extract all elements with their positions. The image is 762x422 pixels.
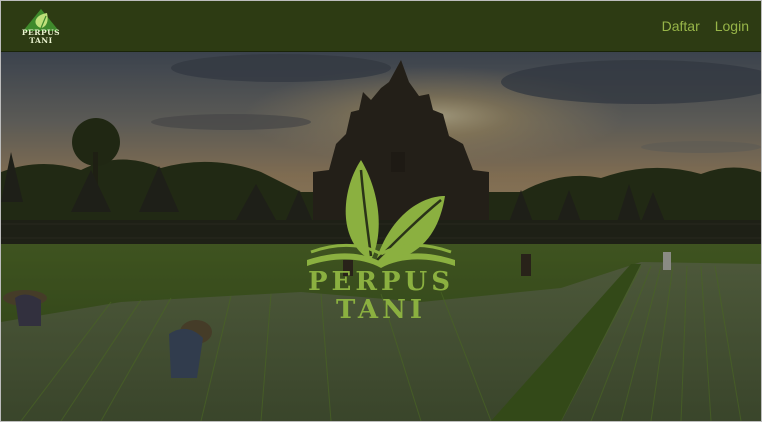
- hero-banner: PERPUS TANI: [1, 52, 761, 421]
- login-link[interactable]: Login: [715, 18, 749, 34]
- nav-links: Daftar Login: [662, 1, 749, 51]
- brand-logo[interactable]: PERPUS TANI: [19, 7, 63, 47]
- page: PERPUS TANI Daftar Login PERPUS TANI: [0, 0, 762, 422]
- hero-title-line1: PERPUS: [308, 267, 454, 297]
- daftar-link[interactable]: Daftar: [662, 18, 700, 34]
- navbar: PERPUS TANI Daftar Login: [1, 1, 761, 52]
- brand-name-line2: TANI: [29, 36, 53, 45]
- brand-name: PERPUS TANI: [19, 29, 63, 45]
- hero-title-line2: TANI: [335, 295, 427, 325]
